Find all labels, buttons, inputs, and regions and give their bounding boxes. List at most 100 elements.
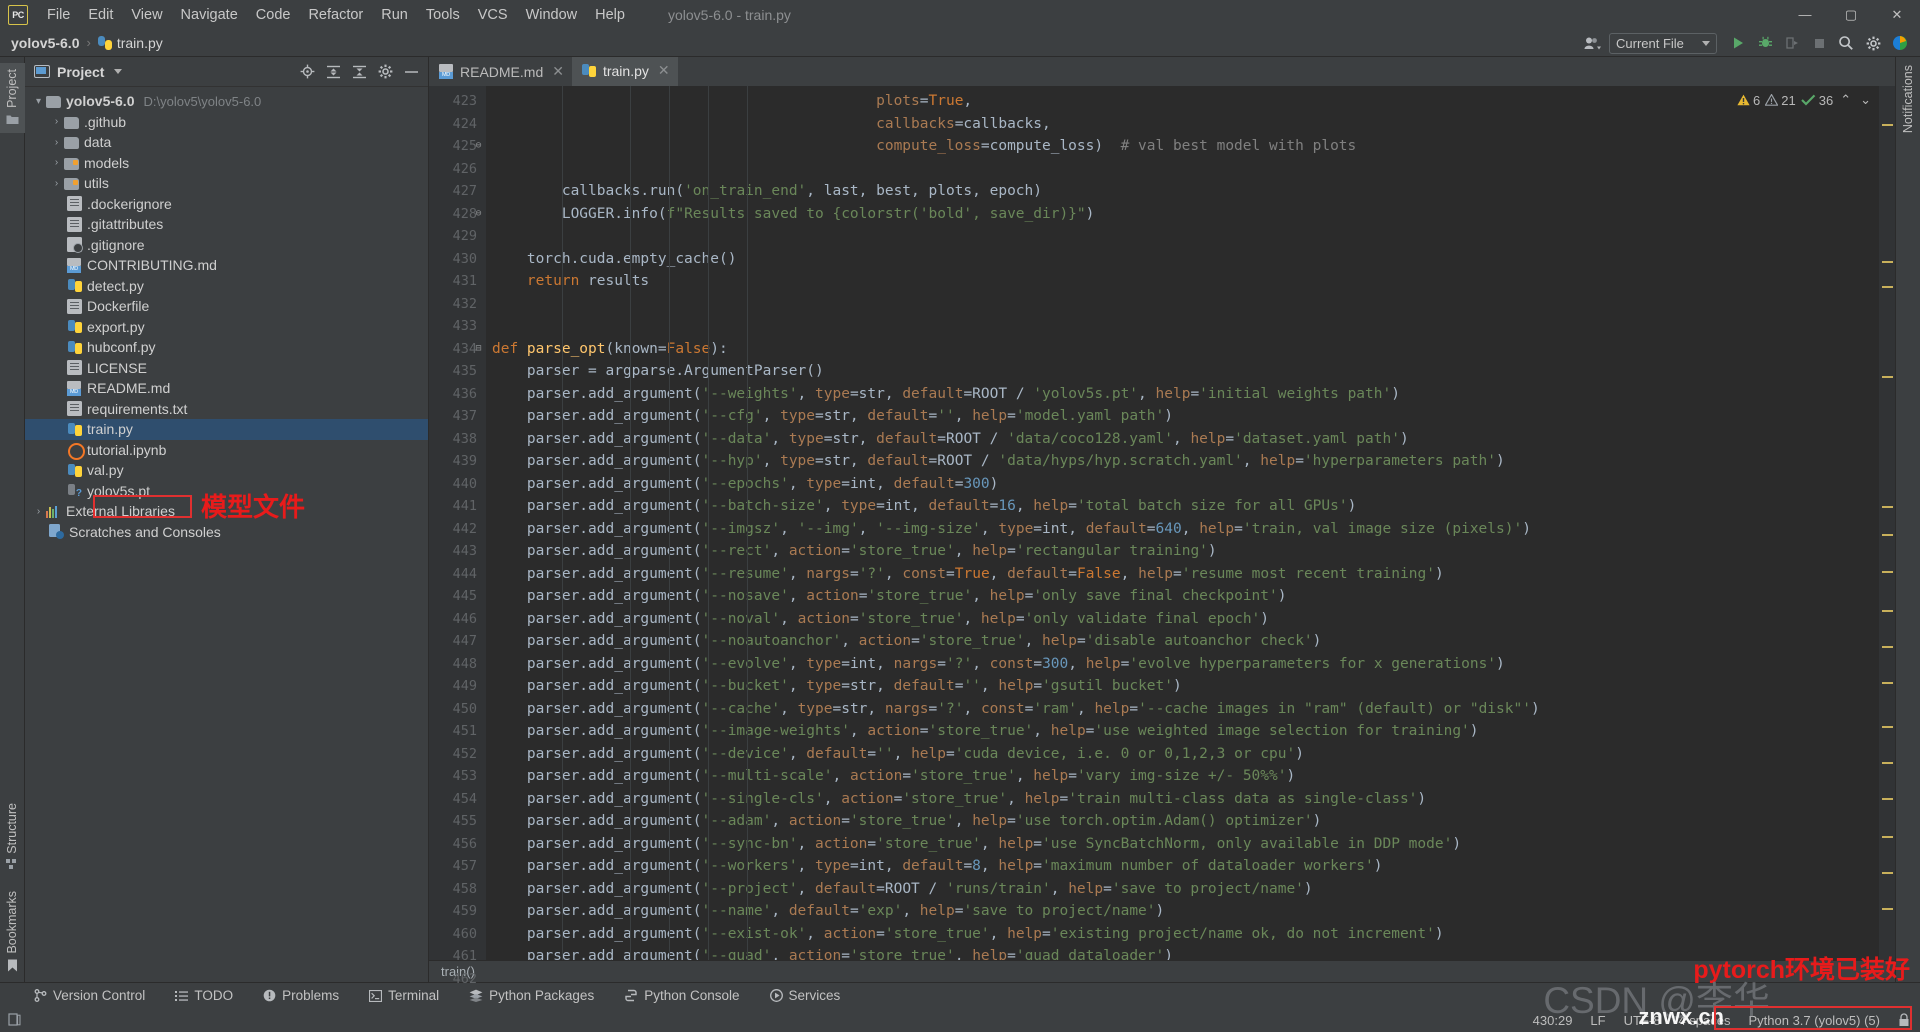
code-line[interactable]: parser.add_argument('--exist-ok', action… [486,923,1879,946]
tool-button-python-console[interactable]: Python Console [620,986,743,1005]
user-dropdown-icon[interactable] [1582,32,1606,54]
code-line[interactable]: parser.add_argument('--cache', type=str,… [486,698,1879,721]
line-number-gutter[interactable]: 423 424 425 ⊖ 426 427 428 ⊖ 429 430 431 432 433 434 ⊟ 4… [429,86,486,987]
file-encoding[interactable]: UTF-8 [1624,1013,1661,1028]
run-configuration-selector[interactable]: Current File [1609,32,1717,54]
error-stripe-scrollbar[interactable] [1879,86,1895,960]
indent-setting[interactable]: 4 spaces [1678,1013,1730,1028]
tree-item-data[interactable]: › data [25,132,428,153]
project-tree[interactable]: ▾ yolov5-6.0 D:\yolov5\yolov5-6.0 › .git… [25,87,428,982]
next-problem-icon[interactable]: ⌄ [1858,92,1873,108]
code-line[interactable]: parser.add_argument('--noval', action='s… [486,608,1879,631]
chevron-right-icon[interactable]: › [49,116,64,127]
tree-item-readme-md[interactable]: README.md [25,378,428,399]
tool-button-todo[interactable]: TODO [171,986,237,1005]
weak-warning-count-badge[interactable]: 21 [1765,93,1796,108]
code-line[interactable]: parser.add_argument('--resume', nargs='?… [486,563,1879,586]
tree-item-utils[interactable]: › utils [25,173,428,194]
code-fold-icon[interactable]: ⊖ [473,203,484,226]
tool-button-version-control[interactable]: Version Control [30,986,149,1005]
chevron-right-icon[interactable]: › [49,178,64,189]
checks-count-badge[interactable]: 36 [1800,93,1833,108]
tree-item-val-py[interactable]: val.py [25,460,428,481]
stripe-project-button[interactable]: Project [0,63,25,133]
stripe-notifications-label[interactable]: Notifications [1901,65,1915,133]
menu-run[interactable]: Run [372,4,417,26]
code-line[interactable]: callbacks.run('on_train_end', last, best… [486,180,1879,203]
maximize-button[interactable]: ▢ [1828,0,1874,29]
tree-item-export-py[interactable]: export.py [25,317,428,338]
code-line[interactable]: parser.add_argument('--workers', type=in… [486,855,1879,878]
tree-item-dockerignore[interactable]: .dockerignore [25,194,428,215]
code-line[interactable]: parser.add_argument('--data', type=str, … [486,428,1879,451]
code-line[interactable] [486,225,1879,248]
code-line[interactable]: parser.add_argument('--adam', action='st… [486,810,1879,833]
stripe-bookmarks-button[interactable]: Bookmarks [5,891,19,972]
tree-item-gitattributes[interactable]: .gitattributes [25,214,428,235]
close-icon[interactable]: ✕ [658,62,670,79]
settings-icon[interactable] [1861,32,1885,54]
code-line[interactable]: parser.add_argument('--quad', action='st… [486,945,1879,960]
code-line[interactable]: return results [486,270,1879,293]
tree-item-models[interactable]: › models [25,153,428,174]
code-line[interactable]: parser.add_argument('--epochs', type=int… [486,473,1879,496]
expand-all-icon[interactable] [322,61,344,83]
code-line[interactable]: def parse_opt(known=False): [486,338,1879,361]
tree-item-yolov5-6.0[interactable]: ▾ yolov5-6.0 D:\yolov5\yolov5-6.0 [25,91,428,112]
debug-icon[interactable] [1753,32,1777,54]
code-line[interactable]: parser.add_argument('--batch-size', type… [486,495,1879,518]
code-line[interactable]: parser.add_argument('--cfg', type=str, d… [486,405,1879,428]
warning-count-badge[interactable]: 6 [1737,93,1760,108]
code-line[interactable]: parser.add_argument('--rect', action='st… [486,540,1879,563]
breadcrumb-file[interactable]: train.py [97,35,163,51]
code-line[interactable]: parser.add_argument('--hyp', type=str, d… [486,450,1879,473]
chevron-down-icon[interactable]: ▾ [31,96,46,107]
menu-code[interactable]: Code [247,4,300,26]
collapse-all-icon[interactable] [348,61,370,83]
code-line[interactable]: parser.add_argument('--single-cls', acti… [486,788,1879,811]
chevron-right-icon[interactable]: › [31,506,46,517]
tool-button-problems[interactable]: Problems [259,986,343,1005]
menu-navigate[interactable]: Navigate [172,4,247,26]
code-line[interactable]: parser = argparse.ArgumentParser() [486,360,1879,383]
code-editor[interactable]: 6 21 36 ⌃ ⌄ 423 424 425 ⊖ 426 427 428 ⊖ … [429,86,1895,987]
code-line[interactable]: compute_loss=compute_loss) # val best mo… [486,135,1879,158]
code-text-area[interactable]: plots=True, callbacks=callbacks, compute… [486,86,1879,960]
gear-icon[interactable] [374,61,396,83]
code-line[interactable]: parser.add_argument('--weights', type=st… [486,383,1879,406]
previous-problem-icon[interactable]: ⌃ [1838,92,1853,108]
project-view-dropdown-icon[interactable] [114,69,123,74]
menu-tools[interactable]: Tools [417,4,469,26]
code-line[interactable]: parser.add_argument('--imgsz', '--img', … [486,518,1879,541]
tree-item-dockerfile[interactable]: Dockerfile [25,296,428,317]
chevron-right-icon[interactable]: › [49,157,64,168]
code-line[interactable]: parser.add_argument('--multi-scale', act… [486,765,1879,788]
menu-window[interactable]: Window [517,4,587,26]
locate-icon[interactable] [296,61,318,83]
close-button[interactable]: ✕ [1874,0,1920,29]
editor-breadcrumb-bar[interactable]: train() [429,960,1895,982]
python-interpreter[interactable]: Python 3.7 (yolov5) (5) [1748,1013,1880,1028]
tree-item-train-py[interactable]: train.py [25,419,428,440]
search-everywhere-icon[interactable] [1834,32,1858,54]
tree-item-scratches-and-consoles[interactable]: Scratches and Consoles [25,522,428,543]
line-separator[interactable]: LF [1590,1013,1605,1028]
code-line[interactable] [486,158,1879,181]
tree-item-tutorial-ipynb[interactable]: tutorial.ipynb [25,440,428,461]
code-line[interactable]: parser.add_argument('--evolve', type=int… [486,653,1879,676]
ai-assistant-icon[interactable] [1888,32,1912,54]
minimize-button[interactable]: — [1782,0,1828,29]
tree-item-requirements-txt[interactable]: requirements.txt [25,399,428,420]
code-line[interactable]: parser.add_argument('--sync-bn', action=… [486,833,1879,856]
editor-tab-train-py[interactable]: train.py ✕ [571,57,678,86]
menu-help[interactable]: Help [586,4,634,26]
menu-file[interactable]: File [38,4,79,26]
code-line[interactable]: callbacks=callbacks, [486,113,1879,136]
close-icon[interactable]: ✕ [552,63,564,80]
run-coverage-icon[interactable] [1780,32,1804,54]
tree-item-hubconf-py[interactable]: hubconf.py [25,337,428,358]
tree-item-license[interactable]: LICENSE [25,358,428,379]
run-icon[interactable] [1726,32,1750,54]
code-line[interactable]: LOGGER.info(f"Results saved to {colorstr… [486,203,1879,226]
code-line[interactable]: parser.add_argument('--bucket', type=str… [486,675,1879,698]
